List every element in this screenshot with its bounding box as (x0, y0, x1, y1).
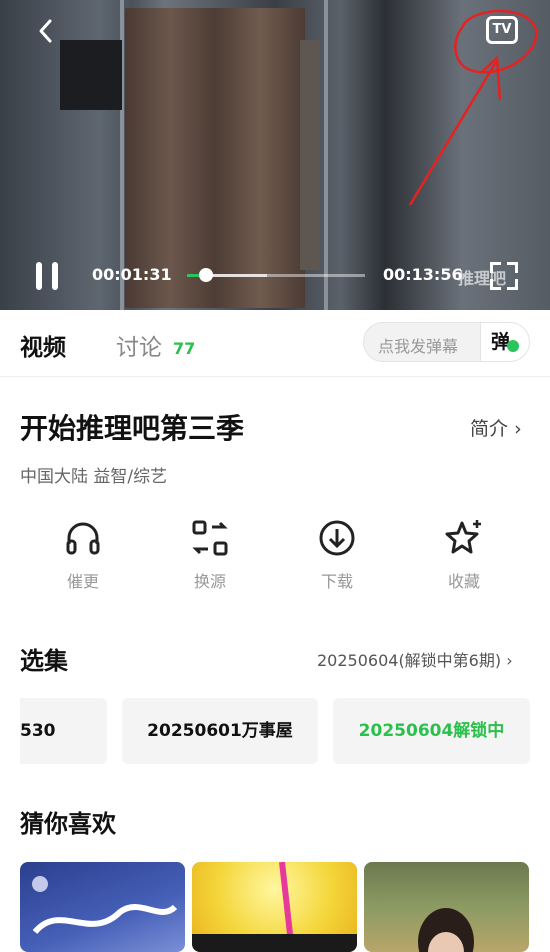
action-label: 换源 (193, 572, 226, 591)
tab-bar: 视频 讨论 77 点我发弹幕 弹 (0, 310, 550, 377)
tab-discussion[interactable]: 讨论 (116, 328, 162, 362)
switch-source-icon (190, 518, 230, 558)
video-frame-window (60, 40, 122, 110)
action-label: 催更 (66, 572, 99, 591)
episode-item[interactable]: 20250601万事屋 (122, 698, 318, 764)
progress-bar[interactable] (187, 268, 365, 282)
cast-tv-icon[interactable]: TV (486, 16, 518, 44)
danmu-on-check-icon (507, 340, 519, 352)
episodes-info: 20250604(解锁中第6期) (317, 651, 502, 670)
download-icon (317, 518, 357, 558)
pause-icon[interactable] (34, 262, 60, 290)
star-icon (444, 518, 484, 558)
video-player[interactable]: TV 00:01:31 00:13:56 推理吧 (0, 0, 550, 310)
chevron-right-icon: › (514, 418, 522, 440)
episode-item-active[interactable]: 20250604解锁中 (333, 698, 530, 764)
recommend-title: 猜你喜欢 (20, 810, 116, 838)
danmu-input[interactable]: 点我发弹幕 弹 (363, 322, 530, 362)
intro-link[interactable]: 简介 › (470, 414, 522, 441)
current-time: 00:01:31 (92, 265, 172, 284)
action-label: 下载 (320, 572, 353, 591)
recommend-thumbnail[interactable] (20, 862, 185, 952)
episodes-title: 选集 (20, 647, 68, 675)
video-frame-doorway (300, 40, 320, 270)
action-switch-source[interactable]: 换源 (165, 518, 255, 592)
episodes-info-link[interactable]: 20250604(解锁中第6期) › (317, 647, 513, 671)
episode-item[interactable]: 530 (20, 698, 107, 764)
action-label: 收藏 (447, 572, 480, 591)
chevron-right-icon: › (506, 651, 513, 670)
show-meta: 中国大陆 益智/综艺 (20, 467, 168, 487)
headphones-icon (63, 518, 103, 558)
recommend-thumbnail[interactable] (364, 862, 529, 952)
action-download[interactable]: 下载 (292, 518, 382, 592)
discussion-count-badge: 77 (173, 339, 196, 358)
total-time: 00:13:56 (383, 265, 463, 284)
danmu-toggle-button[interactable]: 弹 (480, 322, 530, 362)
episode-label: 20250604解锁中 (358, 721, 505, 741)
video-frame-curtain (125, 8, 305, 308)
back-icon[interactable] (32, 16, 62, 46)
action-urge-update[interactable]: 催更 (38, 518, 128, 592)
fullscreen-icon[interactable] (490, 262, 518, 290)
action-favorite[interactable]: 收藏 (419, 518, 509, 592)
show-title: 开始推理吧第三季 (20, 412, 245, 445)
episode-label: 530 (20, 721, 56, 741)
danmu-placeholder: 点我发弹幕 (378, 337, 459, 356)
recommend-thumbnail[interactable] (192, 862, 357, 952)
tab-video[interactable]: 视频 (20, 328, 66, 362)
intro-label: 简介 (470, 418, 509, 440)
episode-label: 20250601万事屋 (147, 721, 293, 741)
